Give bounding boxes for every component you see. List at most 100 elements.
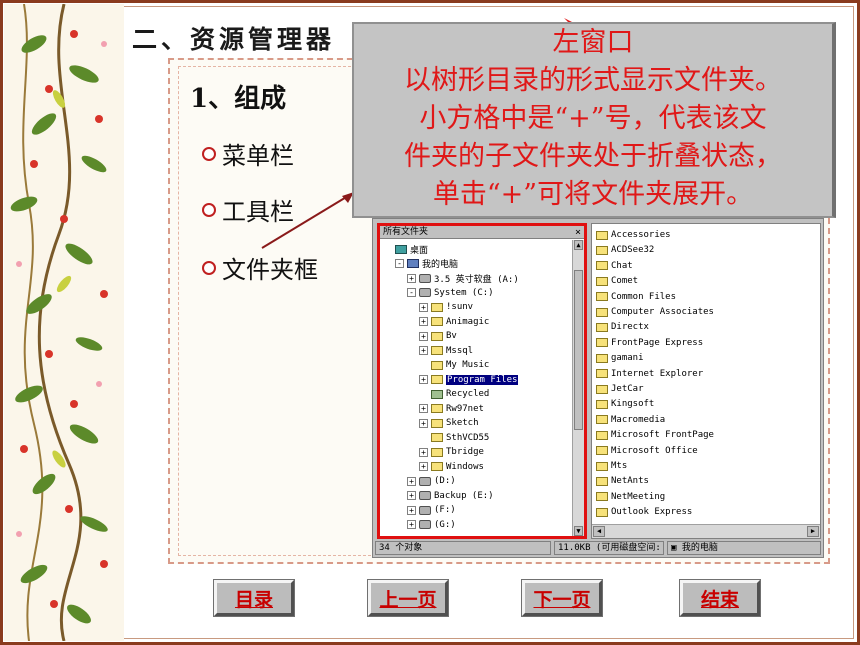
tree-item[interactable]: - 我的电脑 bbox=[395, 257, 458, 271]
list-item-label: Computer Associates bbox=[611, 307, 714, 317]
expand-icon[interactable]: + bbox=[407, 505, 416, 515]
list-item[interactable]: Directx bbox=[596, 320, 649, 334]
list-item[interactable]: Outlook Express bbox=[596, 505, 692, 519]
tree-item-label: My Music bbox=[446, 360, 490, 370]
folder-icon bbox=[596, 245, 608, 255]
list-item-label: Comet bbox=[611, 276, 639, 287]
nav-button-end[interactable]: 结束 bbox=[680, 580, 760, 616]
folder-tree-list: 桌面 - 我的电脑 +3.5 英寸软盘 (A:) - System (C:) + !sunv +… bbox=[380, 240, 572, 536]
expand-icon[interactable]: + bbox=[407, 273, 416, 283]
list-item[interactable]: Internet Explorer bbox=[596, 367, 703, 381]
folder-icon bbox=[431, 447, 443, 457]
tree-item[interactable]: +3.5 英寸软盘 (A:) bbox=[407, 271, 519, 285]
status-location-label: 我的电脑 bbox=[681, 543, 718, 553]
tree-item-label: Mssql bbox=[446, 345, 474, 356]
folder-icon bbox=[431, 375, 443, 384]
expand-icon[interactable]: + bbox=[419, 418, 428, 428]
list-item[interactable]: NetMeeting bbox=[596, 490, 665, 504]
expand-icon[interactable]: + bbox=[407, 491, 416, 500]
tree-item-label: Tbridge bbox=[446, 447, 484, 457]
list-item[interactable]: Comet bbox=[596, 274, 638, 288]
folder-icon bbox=[596, 230, 608, 240]
list-item[interactable]: Chat bbox=[596, 259, 633, 273]
computer-icon: ▣ bbox=[671, 543, 682, 553]
expand-icon[interactable]: + bbox=[419, 331, 428, 341]
status-object-count: 34 个对象 bbox=[375, 541, 551, 555]
expand-icon[interactable]: + bbox=[419, 462, 428, 471]
list-item[interactable]: Macromedia bbox=[596, 413, 665, 427]
tree-item[interactable]: Recycled bbox=[419, 387, 489, 401]
folder-icon bbox=[596, 461, 608, 471]
list-item[interactable]: Computer Associates bbox=[596, 305, 714, 319]
expand-icon[interactable]: + bbox=[407, 520, 416, 529]
expand-icon[interactable]: + bbox=[419, 375, 428, 384]
folder-icon bbox=[596, 476, 608, 486]
folder-tree-pane: 所有文件夹 × 桌面 - 我的电脑 +3.5 英寸软盘 (A:) - System (C:… bbox=[377, 223, 587, 539]
nav-button-label: 下一页 bbox=[533, 588, 591, 611]
nav-button-previous[interactable]: 上一页 bbox=[368, 580, 448, 616]
tree-item-label: SthVCD55 bbox=[446, 432, 490, 443]
tree-item[interactable]: + (D:) bbox=[407, 474, 456, 488]
list-item[interactable]: gamani bbox=[596, 351, 644, 365]
list-item[interactable]: JetCar bbox=[596, 382, 644, 396]
folder-icon bbox=[431, 418, 443, 428]
tree-item[interactable]: + (G:) bbox=[407, 518, 456, 532]
folder-tree-header: 所有文件夹 × bbox=[380, 226, 584, 239]
list-item[interactable]: Common Files bbox=[596, 290, 676, 304]
scroll-down-icon[interactable]: ▼ bbox=[574, 526, 583, 536]
list-item[interactable]: Mts bbox=[596, 459, 627, 473]
list-item-label: gamani bbox=[611, 353, 644, 364]
tree-spacer bbox=[419, 389, 428, 399]
tree-item[interactable]: + Program Files bbox=[419, 373, 519, 387]
expand-icon[interactable]: + bbox=[419, 404, 428, 413]
tree-item[interactable]: + Backup (E:) bbox=[407, 489, 494, 503]
tree-item[interactable]: + Mssql bbox=[419, 344, 473, 358]
list-horizontal-scrollbar[interactable]: ◀ ▶ bbox=[592, 524, 820, 538]
scroll-up-icon[interactable]: ▲ bbox=[574, 240, 583, 250]
list-item[interactable]: Accessories bbox=[596, 228, 671, 242]
section-subheading: 1、组成 bbox=[190, 84, 287, 114]
tree-item[interactable]: + Bv bbox=[419, 329, 457, 343]
collapse-icon[interactable]: - bbox=[395, 259, 404, 268]
floppy-icon bbox=[419, 273, 431, 283]
list-item-label: Kingsoft bbox=[611, 399, 655, 410]
scroll-right-icon[interactable]: ▶ bbox=[807, 526, 819, 537]
folder-icon bbox=[596, 307, 608, 317]
scroll-thumb[interactable] bbox=[574, 270, 583, 430]
tree-item[interactable]: + Animagic bbox=[419, 315, 489, 329]
list-item-label: Internet Explorer bbox=[611, 368, 704, 379]
tree-item[interactable]: My Music bbox=[419, 358, 489, 372]
close-icon[interactable]: × bbox=[575, 226, 581, 239]
list-item[interactable]: FrontPage Express bbox=[596, 336, 703, 350]
tree-spacer bbox=[419, 433, 428, 442]
list-item[interactable]: Microsoft FrontPage bbox=[596, 428, 714, 442]
expand-icon[interactable]: + bbox=[419, 317, 428, 326]
expand-icon[interactable]: + bbox=[419, 447, 428, 457]
tree-item[interactable]: SthVCD55 bbox=[419, 431, 489, 445]
tree-item-label: Animagic bbox=[446, 316, 490, 327]
collapse-icon[interactable]: - bbox=[407, 288, 416, 297]
tree-item[interactable]: - System (C:) bbox=[407, 286, 494, 300]
tree-item[interactable]: + Rw97net bbox=[419, 402, 484, 416]
tree-item[interactable]: + !sunv bbox=[419, 300, 473, 314]
folder-icon bbox=[596, 322, 608, 332]
expand-icon[interactable]: + bbox=[407, 476, 416, 486]
tree-item[interactable]: + Sketch bbox=[419, 416, 479, 430]
tree-item[interactable]: 桌面 bbox=[383, 242, 428, 256]
tree-item[interactable]: + (F:) bbox=[407, 503, 456, 517]
floral-decoration bbox=[4, 4, 124, 641]
list-item[interactable]: NetAnts bbox=[596, 474, 649, 488]
tree-vertical-scrollbar[interactable]: ▲ ▼ bbox=[572, 240, 584, 536]
tree-spacer bbox=[383, 244, 392, 254]
list-item[interactable]: ACDSee32 bbox=[596, 243, 654, 257]
expand-icon[interactable]: + bbox=[419, 302, 428, 312]
nav-button-contents[interactable]: 目录 bbox=[214, 580, 294, 616]
expand-icon[interactable]: + bbox=[419, 346, 428, 355]
tree-item[interactable]: + Windows bbox=[419, 460, 484, 474]
nav-button-next[interactable]: 下一页 bbox=[522, 580, 602, 616]
list-item[interactable]: Microsoft Office bbox=[596, 444, 698, 458]
list-item[interactable]: Kingsoft bbox=[596, 397, 654, 411]
scroll-left-icon[interactable]: ◀ bbox=[593, 526, 605, 537]
callout-title: 左窗口 bbox=[552, 27, 634, 58]
tree-item[interactable]: + Tbridge bbox=[419, 445, 484, 459]
